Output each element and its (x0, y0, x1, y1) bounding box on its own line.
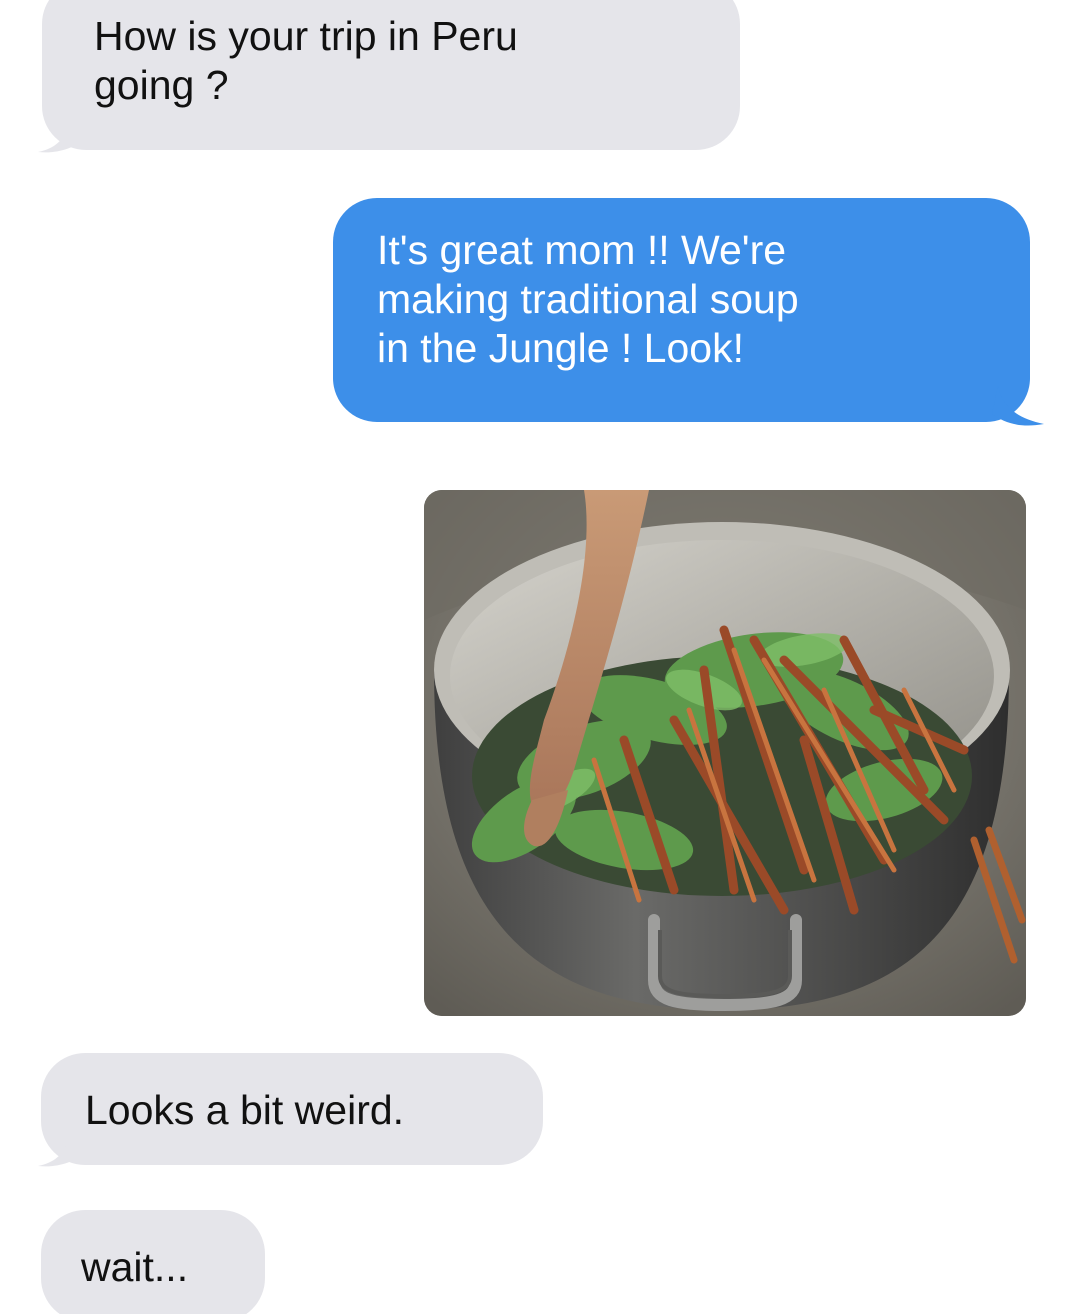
outgoing-message-bubble[interactable]: It's great mom !! We're making tradition… (333, 198, 1030, 422)
incoming-bubble-tail (38, 1132, 86, 1167)
message-text: wait... (81, 1244, 189, 1290)
outgoing-bubble-tail (992, 386, 1044, 426)
message-text: It's great mom !! We're making tradition… (377, 227, 799, 371)
incoming-message-bubble[interactable]: How is your trip in Peru going ? (42, 0, 740, 150)
incoming-bubble-tail (38, 118, 86, 153)
incoming-message-bubble[interactable]: Looks a bit weird. (41, 1053, 543, 1165)
message-thread: How is your trip in Peru going ? It's gr… (0, 0, 1080, 1314)
message-text: Looks a bit weird. (85, 1087, 405, 1133)
soup-pot-photo[interactable] (424, 490, 1026, 1016)
message-text: How is your trip in Peru going ? (94, 13, 518, 108)
pot-illustration (424, 490, 1026, 1016)
incoming-message-bubble[interactable]: wait... (41, 1210, 265, 1314)
